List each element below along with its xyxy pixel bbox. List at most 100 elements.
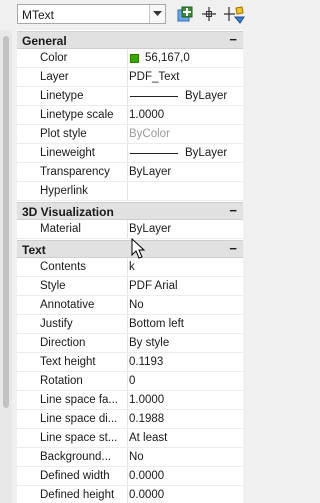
property-value-text: No xyxy=(129,299,144,311)
property-value-text: 0.0000 xyxy=(129,489,165,501)
property-label: Contents xyxy=(17,258,128,276)
line-sample xyxy=(130,96,178,97)
property-value[interactable]: 0.0000 xyxy=(129,486,243,503)
property-value[interactable]: PDF Arial xyxy=(129,277,243,295)
property-value[interactable]: Bottom left xyxy=(129,315,243,333)
property-label: Transparency xyxy=(17,163,128,181)
property-value[interactable]: ByColor xyxy=(129,125,243,143)
toggle-pickadd-icon[interactable] xyxy=(175,4,195,24)
property-label: Line space fa... xyxy=(17,391,128,409)
property-value-text: ByLayer xyxy=(129,166,172,178)
property-label: Plot style xyxy=(17,125,128,143)
section-title: General xyxy=(22,34,67,48)
collapse-section-icon[interactable]: − xyxy=(229,241,237,256)
property-row[interactable]: Direction By style xyxy=(17,334,243,353)
property-value[interactable]: PDF_Text xyxy=(129,68,243,86)
property-label: Text height xyxy=(17,353,128,371)
section-title: Text xyxy=(22,243,46,257)
properties-toolbar: MText xyxy=(0,0,253,30)
property-row[interactable]: Style PDF Arial xyxy=(17,277,243,296)
property-row[interactable]: Lineweight ByLayer xyxy=(17,144,243,163)
line-sample xyxy=(130,153,178,154)
property-value[interactable]: At least xyxy=(129,429,243,447)
property-value-text: 56,167,0 xyxy=(145,52,190,64)
property-row[interactable]: Contents k xyxy=(17,258,243,277)
property-value[interactable]: ByLayer xyxy=(129,87,243,105)
property-value-text: Bottom left xyxy=(129,318,184,330)
property-value[interactable]: No xyxy=(129,296,243,314)
mouse-cursor-icon xyxy=(131,237,147,260)
property-label: Linetype scale xyxy=(17,106,128,124)
scrollbar-thumb[interactable] xyxy=(3,36,9,408)
property-label: Background... xyxy=(17,448,128,466)
property-value-text: 0.1988 xyxy=(129,413,165,425)
property-value-text: k xyxy=(129,261,135,273)
property-value[interactable]: 0.1988 xyxy=(129,410,243,428)
property-label: Direction xyxy=(17,334,128,352)
property-row[interactable]: Line space st... At least xyxy=(17,429,243,448)
properties-grid: General − Color 56,167,0 Layer PDF_Text Linety… xyxy=(17,30,243,503)
property-value[interactable]: No xyxy=(129,448,243,466)
property-label: Style xyxy=(17,277,128,295)
property-row[interactable]: Defined width 0.0000 xyxy=(17,467,243,486)
property-row[interactable]: Layer PDF_Text xyxy=(17,68,243,87)
property-value-text: 0 xyxy=(129,375,136,387)
property-value[interactable] xyxy=(129,182,243,200)
property-value-text: 0.0000 xyxy=(129,470,165,482)
property-value-text: ByLayer xyxy=(185,90,228,102)
chevron-down-icon[interactable] xyxy=(149,5,165,23)
property-row[interactable]: Annotative No xyxy=(17,296,243,315)
property-row[interactable]: Rotation 0 xyxy=(17,372,243,391)
property-row[interactable]: Transparency ByLayer xyxy=(17,163,243,182)
property-value-text: ByColor xyxy=(129,128,170,140)
property-label: Color xyxy=(17,49,128,67)
property-value[interactable]: 0 xyxy=(129,372,243,390)
property-value-text: By style xyxy=(129,337,170,349)
property-label: Line space di... xyxy=(17,410,128,428)
property-label: Layer xyxy=(17,68,128,86)
property-value[interactable]: k xyxy=(129,258,243,276)
property-row[interactable]: Justify Bottom left xyxy=(17,315,243,334)
property-row[interactable]: Defined height 0.0000 xyxy=(17,486,243,503)
property-value[interactable]: ByLayer xyxy=(129,220,243,238)
property-row[interactable]: Background... No xyxy=(17,448,243,467)
object-type-dropdown[interactable]: MText xyxy=(17,4,166,24)
property-row[interactable]: Plot style ByColor xyxy=(17,125,243,144)
property-label: Linetype xyxy=(17,87,128,105)
select-objects-icon[interactable] xyxy=(199,4,219,24)
property-label: Material xyxy=(17,220,128,238)
property-value[interactable]: 56,167,0 xyxy=(129,49,243,67)
property-value[interactable]: 0.1193 xyxy=(129,353,243,371)
property-value[interactable]: ByLayer xyxy=(129,144,243,162)
property-value-text: PDF Arial xyxy=(129,280,178,292)
property-value[interactable]: 1.0000 xyxy=(129,391,243,409)
property-label: Line space st... xyxy=(17,429,128,447)
quick-select-icon[interactable] xyxy=(224,4,245,24)
collapse-section-icon[interactable]: − xyxy=(229,32,237,47)
section-header[interactable]: 3D Visualization − xyxy=(17,202,243,220)
section-header[interactable]: General − xyxy=(17,31,243,49)
property-row[interactable]: Linetype scale 1.0000 xyxy=(17,106,243,125)
section-title: 3D Visualization xyxy=(22,205,114,219)
property-row[interactable]: Color 56,167,0 xyxy=(17,49,243,68)
property-row[interactable]: Linetype ByLayer xyxy=(17,87,243,106)
property-label: Defined width xyxy=(17,467,128,485)
property-row[interactable]: Text height 0.1193 xyxy=(17,353,243,372)
property-value[interactable]: By style xyxy=(129,334,243,352)
collapse-section-icon[interactable]: − xyxy=(229,203,237,218)
property-row[interactable]: Material ByLayer xyxy=(17,220,243,239)
property-row[interactable]: Line space di... 0.1988 xyxy=(17,410,243,429)
property-row[interactable]: Hyperlink xyxy=(17,182,243,201)
property-value-text: 0.1193 xyxy=(129,356,164,368)
property-label: Lineweight xyxy=(17,144,128,162)
property-value[interactable]: 1.0000 xyxy=(129,106,243,124)
property-label: Rotation xyxy=(17,372,128,390)
property-value[interactable]: 0.0000 xyxy=(129,467,243,485)
property-value-text: ByLayer xyxy=(129,223,172,235)
property-value[interactable]: ByLayer xyxy=(129,163,243,181)
section-header[interactable]: Text − xyxy=(17,240,243,258)
object-type-value: MText xyxy=(22,8,55,22)
property-value-text: At least xyxy=(129,432,168,444)
properties-scrollbar[interactable] xyxy=(0,30,12,503)
property-row[interactable]: Line space fa... 1.0000 xyxy=(17,391,243,410)
